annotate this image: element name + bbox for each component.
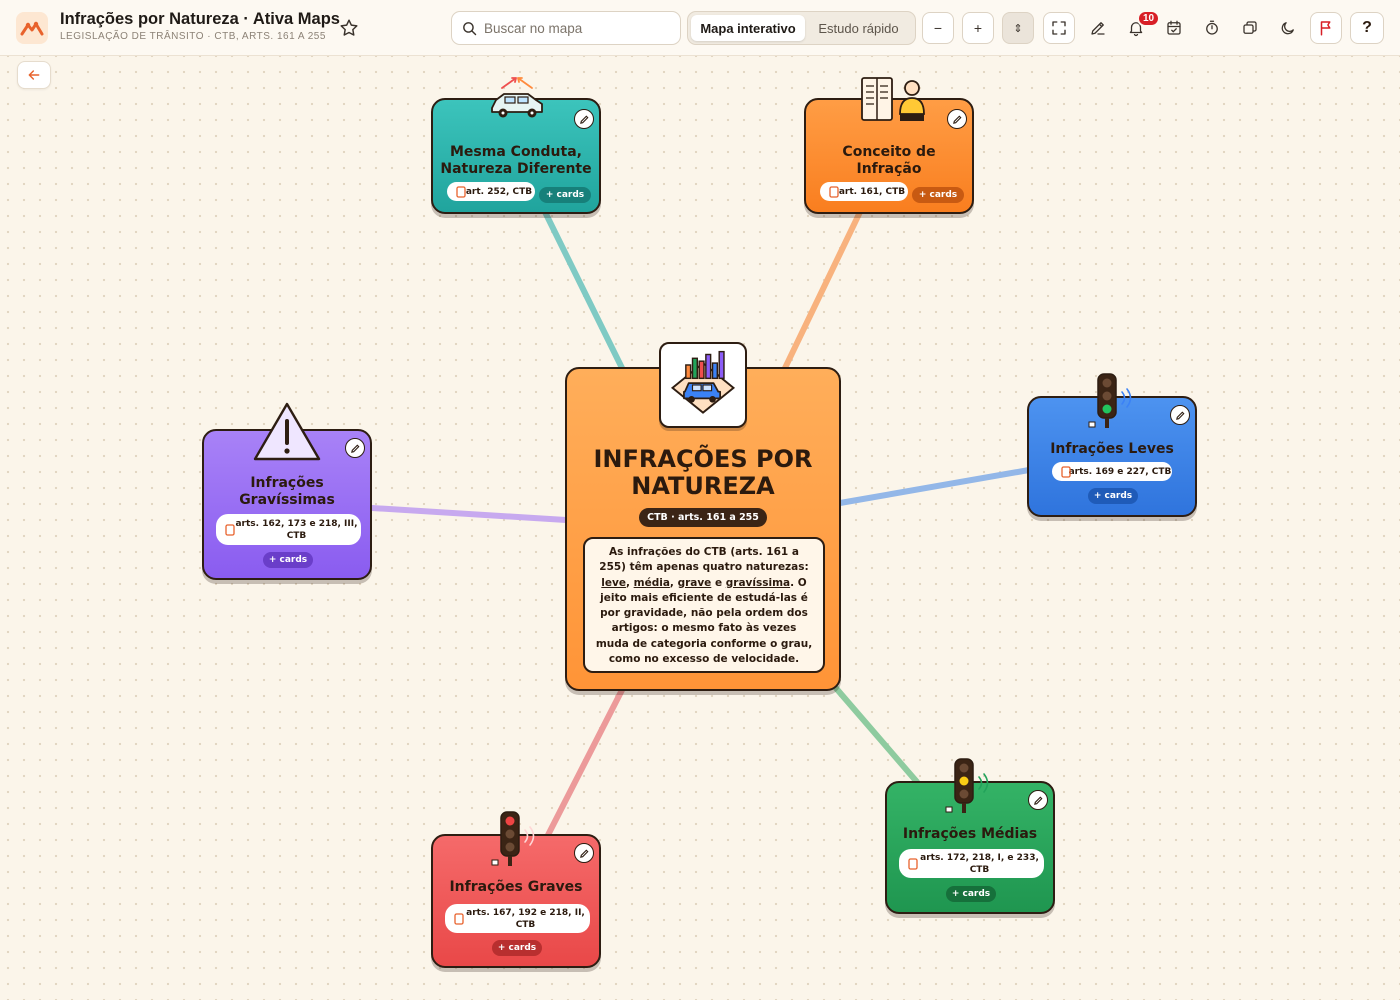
pencil-icon [350, 444, 359, 453]
node-title-line1: Infrações [250, 475, 324, 491]
link-media[interactable]: média [634, 577, 670, 589]
book-icon [908, 857, 918, 870]
edit-button[interactable] [1170, 405, 1190, 425]
edge-leves [837, 467, 1032, 506]
edge-gravissimas [369, 505, 569, 523]
book-icon [225, 523, 235, 536]
node-title-line2: Gravíssimas [239, 492, 335, 508]
car-arrows-icon [491, 77, 543, 118]
edit-button[interactable] [574, 843, 594, 863]
pencil-icon [952, 115, 961, 124]
edge-mesma-conduta [542, 209, 625, 371]
edit-button[interactable] [1028, 790, 1048, 810]
edge-conceito [782, 209, 863, 371]
warning-triangle-icon [253, 402, 321, 461]
edit-button[interactable] [947, 109, 967, 129]
book-icon [829, 185, 839, 198]
node-title: Infrações Leves [1050, 441, 1174, 457]
add-cards-button[interactable]: + cards [946, 886, 996, 902]
article-reference[interactable]: arts. 162, 173 e 218, III, CTB [216, 514, 361, 545]
article-reference[interactable]: arts. 172, 218, I, e 233, CTB [899, 849, 1044, 878]
edit-button[interactable] [345, 438, 365, 458]
pencil-icon [579, 115, 588, 124]
edge-medias [832, 684, 920, 785]
node-title: Infrações Graves [449, 879, 583, 895]
central-tag: CTB · arts. 161 a 255 [639, 508, 767, 527]
edit-button[interactable] [574, 109, 594, 129]
traffic-light-red-icon [491, 811, 535, 866]
add-cards-button[interactable]: + cards [539, 187, 591, 203]
central-illustration [659, 342, 747, 428]
node-title-line2: Natureza Diferente [440, 161, 592, 177]
pencil-icon [579, 849, 588, 858]
article-reference[interactable]: arts. 169 e 227, CTB [1052, 462, 1172, 481]
central-description: As infrações do CTB (arts. 161 a 255) tê… [583, 537, 825, 673]
book-icon [1061, 465, 1071, 478]
add-cards-button[interactable]: + cards [492, 940, 542, 956]
node-title-line2: Infração [856, 161, 922, 177]
add-cards-button[interactable]: + cards [263, 552, 313, 568]
article-reference[interactable]: arts. 167, 192 e 218, II, CTB [445, 904, 590, 933]
central-title-line2: NATUREZA [631, 472, 775, 500]
book-icon [454, 912, 464, 925]
add-cards-button[interactable]: + cards [912, 187, 964, 203]
traffic-light-green-icon [1088, 373, 1132, 428]
link-gravissima[interactable]: gravíssima [726, 577, 790, 589]
traffic-light-yellow-icon [945, 758, 989, 813]
edge-graves [545, 687, 625, 838]
central-node[interactable]: INFRAÇÕES POR NATUREZA CTB · arts. 161 a… [565, 342, 841, 691]
link-grave[interactable]: grave [678, 577, 712, 589]
add-cards-button[interactable]: + cards [1088, 488, 1138, 504]
node-title: Infrações Médias [902, 826, 1038, 842]
article-reference[interactable]: art. 252, CTB [447, 182, 535, 201]
pencil-icon [1175, 411, 1184, 420]
link-leve[interactable]: leve [601, 577, 626, 589]
law-book-person-icon [861, 77, 925, 121]
road-chart-icon [670, 350, 736, 414]
article-reference[interactable]: art. 161, CTB [820, 182, 908, 201]
node-title-line1: Mesma Conduta, [450, 144, 582, 160]
book-icon [456, 185, 466, 198]
node-title-line1: Conceito de [842, 144, 936, 160]
pencil-icon [1033, 796, 1042, 805]
central-title-line1: INFRAÇÕES POR [593, 445, 813, 473]
